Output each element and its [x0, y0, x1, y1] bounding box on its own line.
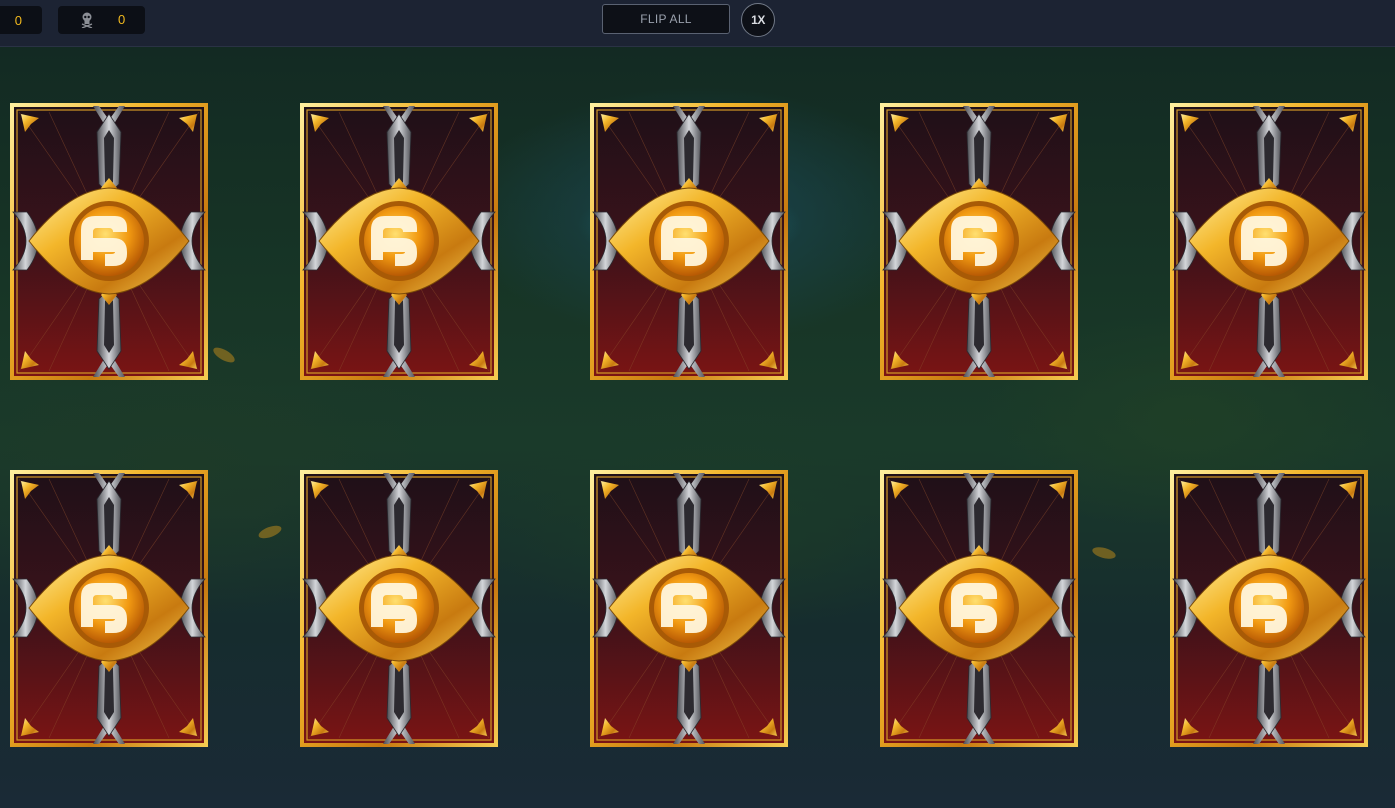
- card-back-art: [1170, 470, 1368, 747]
- card-back-art: [10, 103, 208, 380]
- card-2[interactable]: [299, 102, 499, 381]
- balance-counter-value: 0: [14, 12, 22, 28]
- card-back-art: [300, 103, 498, 380]
- card-10[interactable]: [1169, 469, 1369, 748]
- card-4[interactable]: [879, 102, 1079, 381]
- skull-counter-value: 0: [118, 12, 126, 27]
- card-back-art: [1170, 103, 1368, 380]
- speed-button[interactable]: 1X: [741, 3, 775, 37]
- card-back-art: [10, 470, 208, 747]
- top-bar: 0 0 FLIP ALL 1X: [0, 0, 1395, 47]
- card-back-art: [880, 103, 1078, 380]
- card-7[interactable]: [299, 469, 499, 748]
- card-8[interactable]: [589, 469, 789, 748]
- skull-counter: 0: [58, 6, 145, 34]
- leaf-decoration: [211, 344, 237, 366]
- balance-counter: 0: [0, 6, 42, 34]
- flip-all-button[interactable]: FLIP ALL: [602, 4, 730, 34]
- card-3[interactable]: [589, 102, 789, 381]
- card-back-art: [880, 470, 1078, 747]
- card-1[interactable]: [9, 102, 209, 381]
- card-back-art: [300, 470, 498, 747]
- leaf-decoration: [1091, 545, 1117, 561]
- skull-icon: [81, 12, 93, 28]
- card-back-art: [590, 103, 788, 380]
- card-9[interactable]: [879, 469, 1079, 748]
- leaf-decoration: [257, 523, 283, 541]
- card-back-art: [590, 470, 788, 747]
- card-5[interactable]: [1169, 102, 1369, 381]
- card-6[interactable]: [9, 469, 209, 748]
